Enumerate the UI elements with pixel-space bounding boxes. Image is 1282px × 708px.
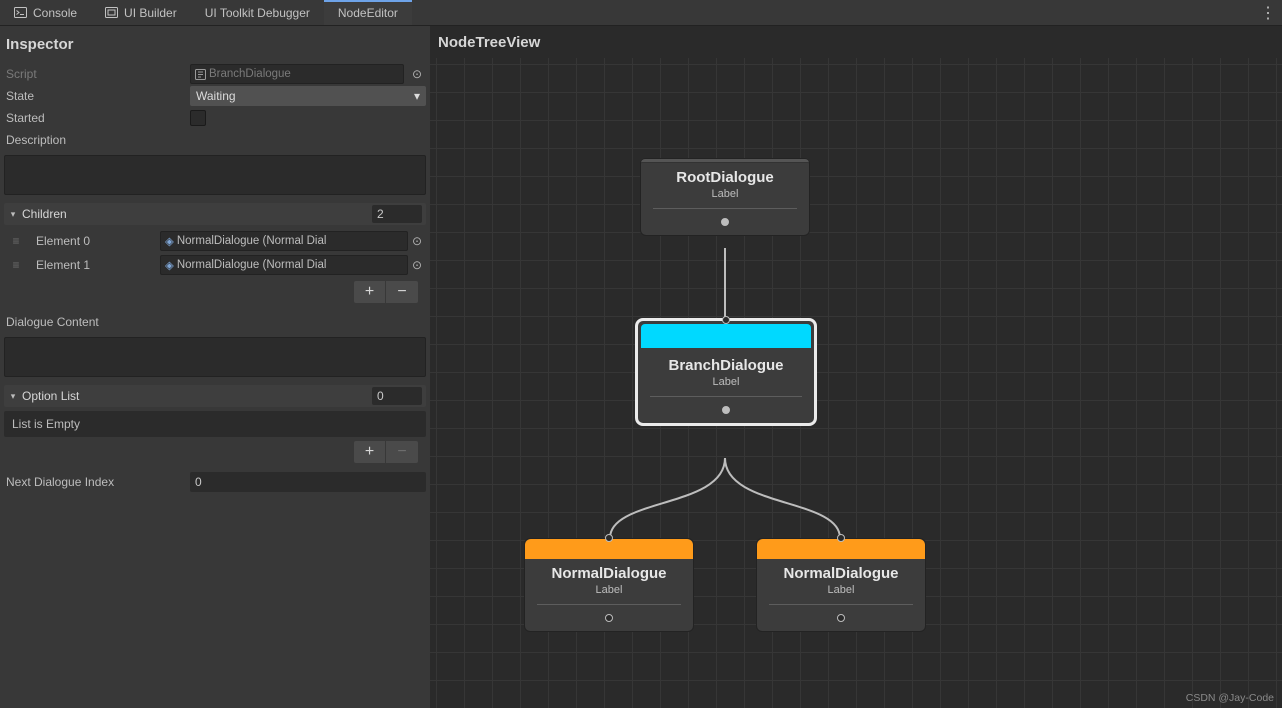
list-item: ≡ Element 1 ◈ NormalDialogue (Normal Dia… [4,253,426,277]
children-remove-button[interactable]: − [386,281,418,303]
console-icon [14,6,27,19]
foldout-arrow-icon: ▾ [4,391,22,402]
children-title: Children [22,207,372,221]
node-title: NormalDialogue [525,559,693,584]
watermark: CSDN @Jay-Code [1186,692,1274,704]
children-add-button[interactable]: + [354,281,386,303]
state-dropdown[interactable]: Waiting ▾ [190,86,426,106]
started-checkbox[interactable] [190,110,206,126]
tree-title: NodeTreeView [438,34,540,51]
script-object-field[interactable]: BranchDialogue [190,64,404,84]
list-item: ≡ Element 0 ◈ NormalDialogue (Normal Dia… [4,229,426,253]
started-field: Started [4,107,426,129]
description-textarea[interactable] [4,155,426,195]
next-dialogue-index-label: Next Dialogue Index [4,475,190,489]
nodes-layer: RootDialogue Label BranchDialogue Label … [430,58,1282,708]
option-add-button[interactable]: + [354,441,386,463]
tab-ui-builder[interactable]: UI Builder [91,0,191,25]
object-icon: ◈ [165,258,174,272]
node-normal-dialogue-0[interactable]: NormalDialogue Label [524,538,694,632]
ui-builder-icon [105,6,118,19]
node-cap [641,324,811,348]
children-picker-1[interactable]: ⊙ [408,258,426,272]
node-title: RootDialogue [641,163,809,188]
node-tree-view[interactable]: NodeTreeView RootDialogue Label [430,26,1282,708]
list-item-label: Element 0 [26,234,160,248]
tab-bar: Console UI Builder UI Toolkit Debugger N… [0,0,1282,26]
port-dot-icon [721,218,729,226]
state-value: Waiting [196,89,236,103]
inspector-panel: Inspector Script BranchDialogue ⊙ State … [0,26,430,708]
tab-ui-toolkit-debugger[interactable]: UI Toolkit Debugger [191,0,324,25]
tab-ui-builder-label: UI Builder [124,6,177,20]
children-object-field-1[interactable]: ◈ NormalDialogue (Normal Dial [160,255,408,275]
node-subtitle: Label [757,584,925,604]
node-cap [757,539,925,559]
empty-text: List is Empty [12,417,80,431]
node-cap [525,539,693,559]
script-label: Script [4,67,190,81]
next-dialogue-index-input[interactable] [190,472,426,492]
inspector-title: Inspector [4,30,426,63]
port-dot-icon [605,614,613,622]
tab-node-editor-label: NodeEditor [338,6,398,20]
dialogue-content-label-row: Dialogue Content [4,311,426,333]
description-label: Description [4,133,190,147]
drag-handle-icon[interactable]: ≡ [4,234,26,248]
children-list: ≡ Element 0 ◈ NormalDialogue (Normal Dia… [4,229,426,277]
state-label: State [4,89,190,103]
node-input-port[interactable] [605,534,613,542]
children-count-input[interactable] [372,205,422,223]
node-normal-dialogue-1[interactable]: NormalDialogue Label [756,538,926,632]
node-output-port[interactable] [757,605,925,631]
tab-ui-toolkit-debugger-label: UI Toolkit Debugger [205,6,310,20]
next-dialogue-index-field: Next Dialogue Index [4,471,426,493]
node-subtitle: Label [641,188,809,208]
port-dot-icon [722,406,730,414]
option-list-empty: List is Empty [4,411,426,437]
tab-overflow-menu[interactable]: ⋮ [1260,0,1276,25]
dialogue-content-textarea[interactable] [4,337,426,377]
node-input-port[interactable] [837,534,845,542]
node-output-port[interactable] [641,209,809,235]
port-dot-icon [837,614,845,622]
node-subtitle: Label [638,376,814,396]
script-value: BranchDialogue [209,68,291,80]
children-add-remove: + − [4,281,418,303]
description-label-row: Description [4,129,426,151]
option-list-count-input[interactable] [372,387,422,405]
script-icon [195,69,206,80]
node-output-port[interactable] [638,397,814,423]
children-value-1: NormalDialogue (Normal Dial [177,259,327,271]
node-branch-dialogue[interactable]: BranchDialogue Label [635,318,817,426]
object-icon: ◈ [165,234,174,248]
vertical-dots-icon: ⋮ [1260,3,1276,23]
node-title: BranchDialogue [638,351,814,376]
node-output-port[interactable] [525,605,693,631]
tab-node-editor[interactable]: NodeEditor [324,0,412,25]
children-header[interactable]: ▾ Children [4,203,426,225]
script-field: Script BranchDialogue ⊙ [4,63,426,85]
started-label: Started [4,111,190,125]
node-subtitle: Label [525,584,693,604]
drag-handle-icon[interactable]: ≡ [4,258,26,272]
node-input-port[interactable] [722,316,730,324]
foldout-arrow-icon: ▾ [4,209,22,220]
option-remove-button[interactable]: − [386,441,418,463]
list-item-label: Element 1 [26,258,160,272]
tab-console[interactable]: Console [0,0,91,25]
option-list-title: Option List [22,389,372,403]
state-field: State Waiting ▾ [4,85,426,107]
children-picker-0[interactable]: ⊙ [408,234,426,248]
children-object-field-0[interactable]: ◈ NormalDialogue (Normal Dial [160,231,408,251]
option-list-header[interactable]: ▾ Option List [4,385,426,407]
node-root-dialogue[interactable]: RootDialogue Label [640,158,810,236]
option-add-remove: + − [4,441,418,463]
dialogue-content-label: Dialogue Content [4,315,190,329]
children-value-0: NormalDialogue (Normal Dial [177,235,327,247]
tab-console-label: Console [33,6,77,20]
script-object-picker[interactable]: ⊙ [408,67,426,81]
chevron-down-icon: ▾ [414,89,420,103]
node-title: NormalDialogue [757,559,925,584]
